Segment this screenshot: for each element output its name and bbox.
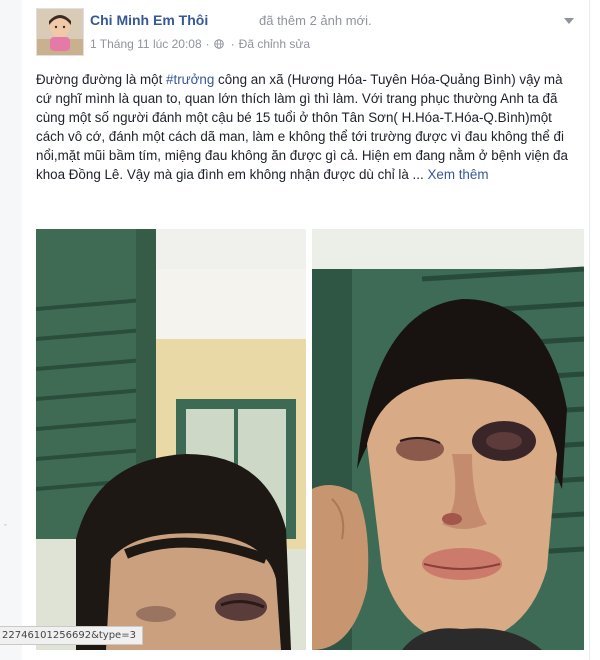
photo-grid — [36, 229, 584, 660]
hashtag-link[interactable]: #trưởng — [166, 72, 214, 87]
post-meta: 1 Tháng 11 lúc 20:08 · · Đã chỉnh sửa — [90, 37, 310, 51]
post-action-text: đã thêm 2 ảnh mới. — [259, 13, 372, 28]
meta-separator: · — [205, 37, 210, 51]
see-more-link[interactable]: Xem thêm — [427, 167, 488, 182]
author-name-link[interactable]: Chi Minh Em Thôi — [90, 12, 208, 28]
post-card: Chi Minh Em Thôi đã thêm 2 ảnh mới. 1 Th… — [22, 0, 600, 660]
photo-1[interactable] — [36, 229, 306, 650]
sidebar-marker: ◦ — [4, 522, 7, 529]
post-text-part-2: công an xã (Hương Hóa- Tuyên Hóa-Quảng B… — [36, 72, 568, 182]
edited-label[interactable]: Đã chỉnh sửa — [239, 37, 310, 51]
left-sidebar-strip: ◦ — [0, 0, 23, 660]
meta-separator-2: · — [230, 37, 235, 51]
post-text-part-1: Đường đường là một — [36, 72, 167, 87]
globe-icon[interactable] — [213, 39, 224, 49]
card-border — [589, 0, 590, 660]
photo-2[interactable] — [312, 229, 584, 650]
post-body: Đường đường là một #trưởng công an xã (H… — [36, 70, 581, 184]
browser-status-url: 22746101256692&type=3 — [0, 626, 143, 645]
post-timestamp[interactable]: 1 Tháng 11 lúc 20:08 — [90, 37, 202, 51]
avatar[interactable] — [36, 8, 84, 56]
chevron-down-icon[interactable] — [562, 14, 576, 28]
